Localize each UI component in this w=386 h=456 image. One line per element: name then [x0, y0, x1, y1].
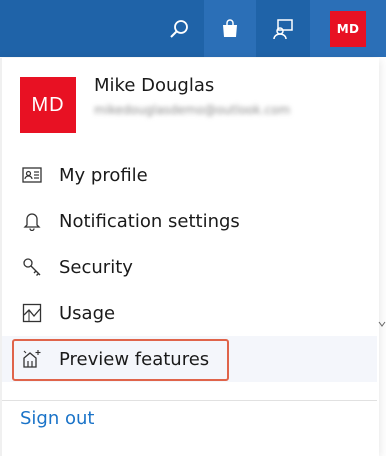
account-menu: My profile Notification settings Securit… [2, 152, 377, 382]
sign-out-link[interactable]: Sign out [20, 408, 94, 429]
feedback-button[interactable] [257, 0, 309, 57]
menu-item-label: Security [59, 256, 133, 278]
menu-item-label: Notification settings [59, 210, 240, 232]
menu-item-usage[interactable]: Usage [2, 290, 377, 336]
top-nav-bar: MD [0, 0, 386, 57]
divider [2, 400, 377, 401]
user-name: Mike Douglas [94, 75, 215, 96]
shopping-bag-icon [223, 18, 237, 37]
feedback-icon [273, 18, 293, 39]
menu-item-notification-settings[interactable]: Notification settings [2, 198, 377, 244]
key-icon [22, 257, 42, 277]
preview-sparkle-icon [22, 349, 42, 369]
bell-icon [22, 211, 42, 231]
menu-item-label: My profile [59, 164, 148, 186]
menu-item-preview-features[interactable]: Preview features [2, 336, 377, 382]
account-button[interactable]: MD [310, 0, 386, 57]
chevron-down-icon [378, 321, 386, 327]
id-card-icon [22, 165, 42, 185]
profile-avatar: MD [20, 77, 76, 133]
avatar: MD [330, 10, 366, 47]
search-button[interactable] [155, 0, 203, 57]
menu-item-security[interactable]: Security [2, 244, 377, 290]
store-button[interactable] [204, 0, 256, 57]
menu-item-my-profile[interactable]: My profile [2, 152, 377, 198]
usage-chart-icon [22, 303, 42, 323]
page: MD MD Mike Douglas mikedouglasdemo@outlo… [0, 0, 386, 456]
menu-item-label: Preview features [59, 348, 210, 370]
user-email: mikedouglasdemo@outlook.com [94, 103, 291, 117]
search-icon [170, 19, 188, 38]
profile-header: MD Mike Douglas mikedouglasdemo@outlook.… [20, 75, 370, 145]
account-dropdown: MD Mike Douglas mikedouglasdemo@outlook.… [0, 58, 379, 456]
menu-item-label: Usage [59, 302, 116, 324]
